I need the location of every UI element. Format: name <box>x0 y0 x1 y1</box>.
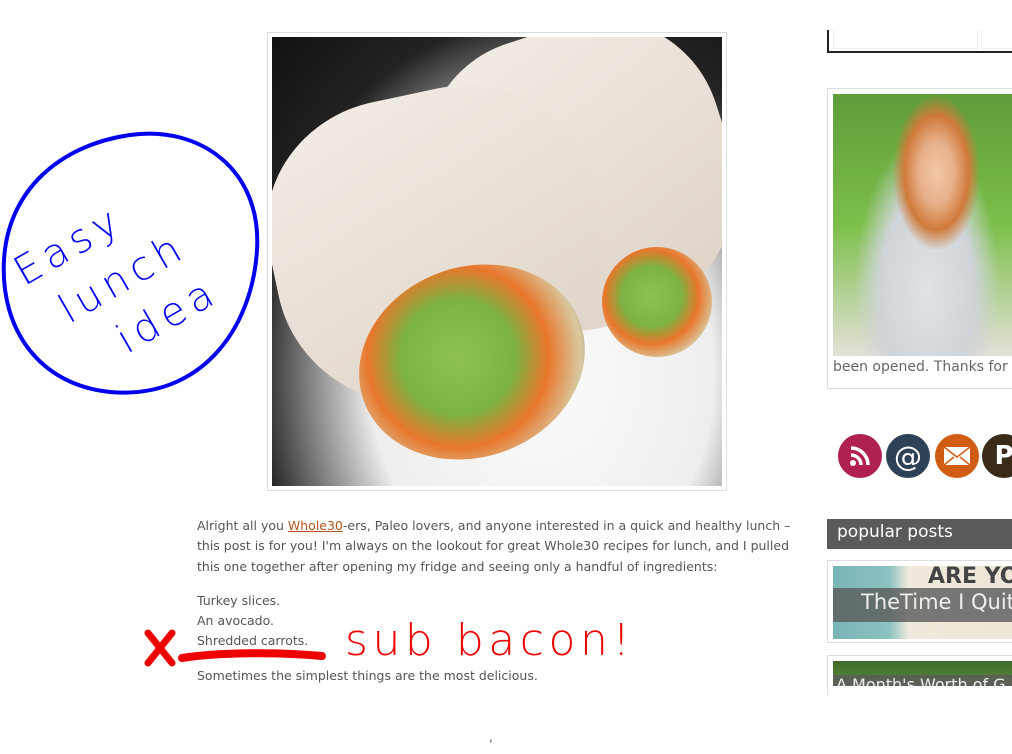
red-x-mark <box>144 629 176 667</box>
annotation-layer: Easylunchidea sub bacon! <box>1 131 635 667</box>
blue-note-text: Easylunchidea <box>6 173 227 390</box>
red-underline <box>178 649 326 662</box>
red-note-text: sub bacon! <box>345 615 635 666</box>
